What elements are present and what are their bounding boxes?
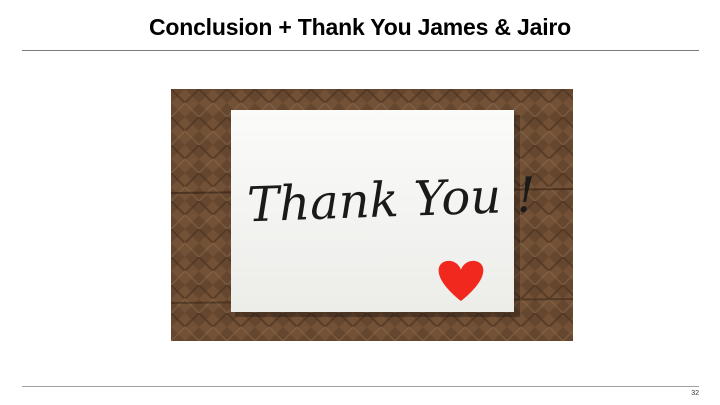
card-text: Thank You !: [246, 167, 536, 233]
slide-title: Conclusion + Thank You James & Jairo: [148, 14, 572, 40]
page-number: 32: [691, 390, 699, 397]
slide: Conclusion + Thank You James & Jairo Tha…: [0, 0, 720, 405]
title-divider: [22, 50, 699, 51]
thank-you-photo: Thank You !: [171, 89, 573, 341]
footer-divider: [22, 386, 699, 387]
